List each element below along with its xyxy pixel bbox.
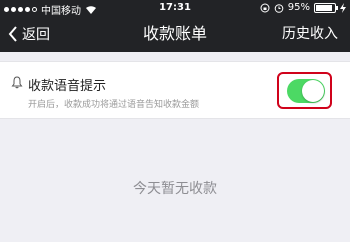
- voice-prompt-description: 开启后，收款成功将通过语音告知收款金额: [28, 100, 200, 110]
- battery-icon: [314, 2, 338, 13]
- back-button[interactable]: 返回: [8, 16, 50, 52]
- status-bar: 中国移动 17:31 95%: [0, 0, 350, 17]
- orientation-lock-icon: [260, 3, 270, 12]
- bell-icon: [11, 76, 23, 89]
- navigation-bar: 返回 收款账单 历史收入: [0, 16, 350, 52]
- voice-prompt-toggle[interactable]: [287, 79, 325, 103]
- chevron-left-icon: [8, 26, 17, 42]
- back-label: 返回: [22, 27, 50, 43]
- empty-state-message: 今天暂无收款: [133, 181, 217, 197]
- charging-bolt-icon: [340, 2, 346, 13]
- history-income-button[interactable]: 历史收入: [282, 16, 338, 52]
- status-right: 95%: [260, 2, 346, 13]
- voice-prompt-title: 收款语音提示: [28, 79, 107, 94]
- alarm-icon: [274, 3, 284, 13]
- battery-percent: 95%: [287, 2, 310, 13]
- toggle-knob: [302, 80, 324, 102]
